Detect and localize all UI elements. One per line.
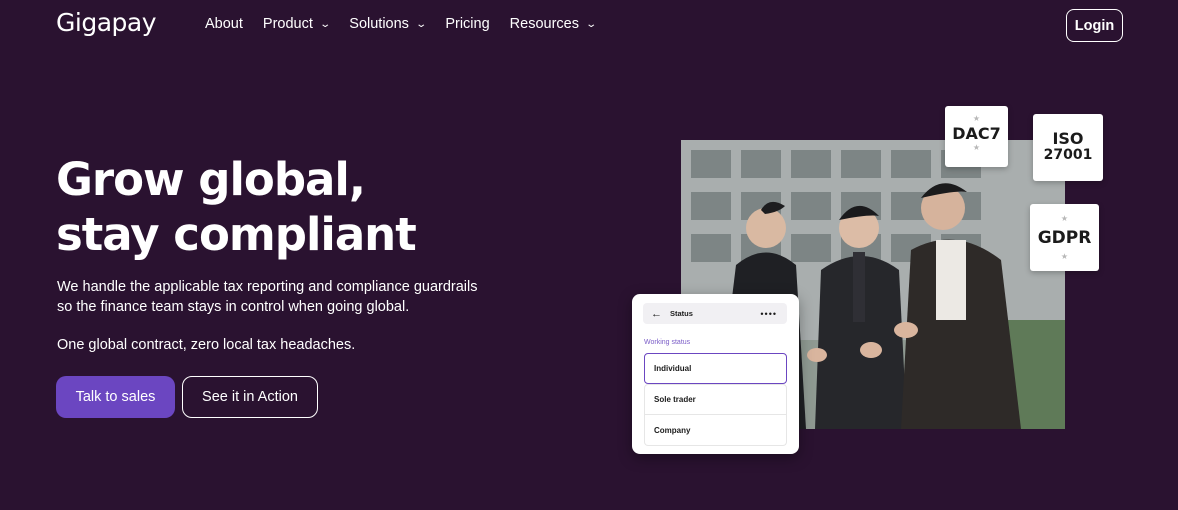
star-icon: ★ <box>1060 214 1069 223</box>
nav-item-product[interactable]: Product ⌄ <box>262 16 331 32</box>
chevron-down-icon: ⌄ <box>319 18 331 30</box>
dac7-badge-label: DAC7 <box>952 124 1001 143</box>
status-card-title: Status <box>670 309 693 318</box>
nav-item-pricing[interactable]: Pricing <box>445 16 489 32</box>
nav-item-label: Pricing <box>445 16 490 32</box>
nav-item-label: Resources <box>509 16 579 32</box>
status-option-label: Individual <box>654 364 692 373</box>
hero-title-line-1: Grow global, <box>56 153 366 206</box>
top-navigation: Gigapay About Product ⌄ Solutions ⌄ Pric… <box>0 0 1178 50</box>
nav-item-about[interactable]: About <box>205 16 243 32</box>
chevron-down-icon: ⌄ <box>585 18 598 30</box>
hero-title-line-2: stay compliant <box>56 208 417 261</box>
status-option-sole-trader[interactable]: Sole trader <box>644 384 787 415</box>
nav-item-label: Solutions <box>349 16 409 32</box>
hero-tagline: One global contract, zero local tax head… <box>57 337 356 353</box>
gigapay-logo[interactable]: Gigapay <box>56 8 157 37</box>
more-options-icon[interactable]: •••• <box>760 309 777 319</box>
iso-27001-badge: ISO 27001 <box>1033 114 1103 181</box>
nav-item-resources[interactable]: Resources ⌄ <box>509 16 598 32</box>
login-button[interactable]: Login <box>1066 9 1123 42</box>
star-icon: ★ <box>1060 252 1069 261</box>
nav-item-label: Product <box>262 16 313 32</box>
nav-item-solutions[interactable]: Solutions ⌄ <box>349 16 428 32</box>
status-card: ← Status •••• Working status Individual … <box>632 294 799 454</box>
nav-links: About Product ⌄ Solutions ⌄ Pricing Reso… <box>205 16 615 32</box>
gdpr-badge-label: GDPR <box>1037 228 1092 248</box>
status-option-individual[interactable]: Individual <box>644 353 787 384</box>
status-option-company[interactable]: Company <box>644 415 787 446</box>
status-option-label: Company <box>654 425 691 435</box>
arrow-left-icon[interactable]: ← <box>651 308 662 320</box>
status-card-header: ← Status •••• <box>643 303 787 324</box>
iso-badge-line-2: 27001 <box>1043 147 1093 163</box>
see-it-in-action-button[interactable]: See it in Action <box>182 376 318 418</box>
star-icon: ★ <box>972 143 981 152</box>
chevron-down-icon: ⌄ <box>415 18 428 30</box>
working-status-label: Working status <box>644 339 691 346</box>
hero-title: Grow global, stay compliant <box>56 152 417 262</box>
star-icon: ★ <box>972 114 981 123</box>
nav-item-label: About <box>205 16 243 32</box>
status-option-label: Sole trader <box>654 395 696 404</box>
talk-to-sales-button[interactable]: Talk to sales <box>56 376 175 418</box>
iso-badge-line-1: ISO <box>1052 129 1084 148</box>
dac7-badge: ★ DAC7 ★ <box>945 106 1008 167</box>
hero-description: We handle the applicable tax reporting a… <box>57 279 478 315</box>
gdpr-badge: ★ GDPR ★ <box>1030 204 1099 271</box>
